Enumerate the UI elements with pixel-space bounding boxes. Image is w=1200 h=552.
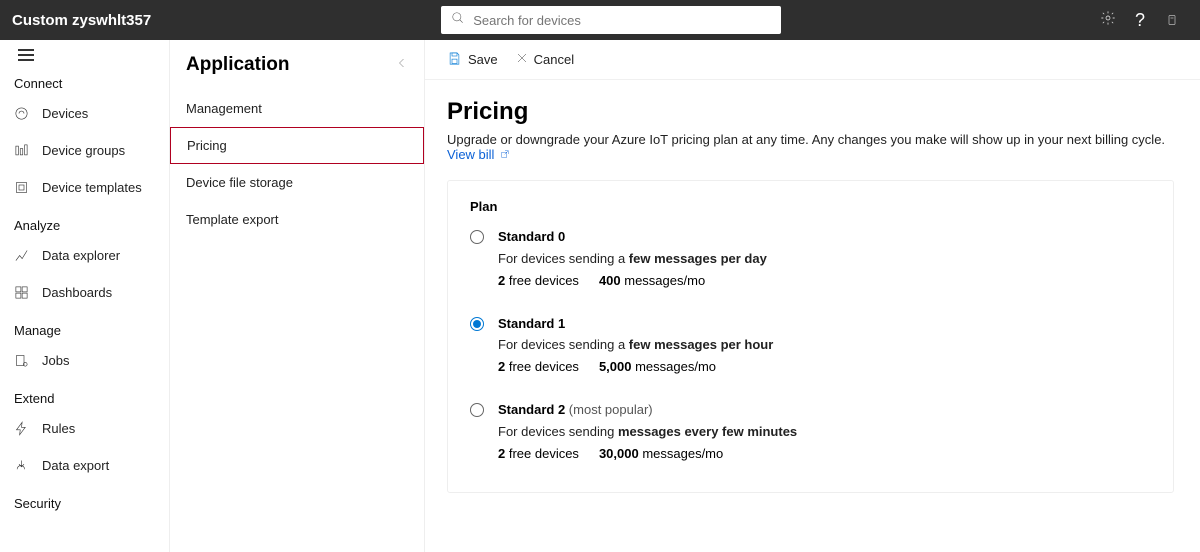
- plan-tag: (most popular): [565, 402, 652, 417]
- plan-msg-label: messages/mo: [621, 273, 706, 288]
- plan-desc-pre: For devices sending: [498, 424, 618, 439]
- export-icon: [14, 458, 42, 473]
- hamburger-icon: [18, 54, 34, 56]
- action-bar: Save Cancel: [425, 40, 1200, 80]
- plans-header: Plan: [470, 199, 1151, 214]
- plans-card: Plan Standard 0 For devices sending a fe…: [447, 180, 1174, 493]
- plan-desc-bold: few messages per hour: [629, 337, 774, 352]
- close-icon: [516, 52, 528, 67]
- save-icon: [447, 51, 462, 69]
- save-label: Save: [468, 52, 498, 67]
- subnav-label: Device file storage: [186, 175, 293, 190]
- plan-name: Standard 0: [498, 229, 565, 244]
- topbar: Custom zyswhlt357 ?: [0, 0, 1200, 40]
- plan-msg-count: 400: [599, 273, 621, 288]
- view-bill-label: View bill: [447, 147, 494, 162]
- plan-free-label: free devices: [505, 359, 579, 374]
- settings-button[interactable]: [1092, 4, 1124, 36]
- app-title: Custom zyswhlt357: [12, 12, 151, 29]
- radio-standard-1[interactable]: [470, 317, 484, 331]
- subnav-label: Management: [186, 101, 262, 116]
- search-box[interactable]: [441, 6, 781, 34]
- explorer-icon: [14, 248, 42, 263]
- subnav-label: Pricing: [187, 138, 227, 153]
- plan-option-standard-2[interactable]: Standard 2 (most popular) For devices se…: [470, 401, 1151, 464]
- nav-section-extend: Extend: [0, 379, 169, 410]
- cancel-label: Cancel: [534, 52, 574, 67]
- primary-nav: Connect Devices Device groups Device tem…: [0, 40, 170, 552]
- groups-icon: [14, 143, 42, 158]
- plan-name: Standard 1: [498, 316, 565, 331]
- nav-section-analyze: Analyze: [0, 206, 169, 237]
- nav-label: Dashboards: [42, 285, 112, 300]
- jobs-icon: [14, 353, 42, 368]
- plan-msg-label: messages/mo: [639, 446, 724, 461]
- external-link-icon: [498, 147, 510, 162]
- page-description: Upgrade or downgrade your Azure IoT pric…: [447, 132, 1174, 162]
- nav-label: Rules: [42, 421, 75, 436]
- subnav-device-file-storage[interactable]: Device file storage: [170, 164, 424, 201]
- dashboard-icon: [14, 285, 42, 300]
- page-title: Pricing: [447, 98, 1174, 126]
- nav-label: Data export: [42, 458, 109, 473]
- search-icon: [451, 11, 465, 30]
- plan-name: Standard 2: [498, 402, 565, 417]
- collapse-button[interactable]: [396, 56, 408, 74]
- template-icon: [14, 180, 42, 195]
- nav-label: Jobs: [42, 353, 69, 368]
- plan-option-standard-1[interactable]: Standard 1 For devices sending a few mes…: [470, 315, 1151, 378]
- badge-icon: [1166, 14, 1178, 26]
- view-bill-link[interactable]: View bill: [447, 147, 510, 162]
- help-button[interactable]: ?: [1124, 4, 1156, 36]
- nav-device-templates[interactable]: Device templates: [0, 169, 169, 206]
- save-button[interactable]: Save: [447, 51, 498, 69]
- plan-desc-bold: messages every few minutes: [618, 424, 797, 439]
- nav-section-security: Security: [0, 484, 169, 515]
- feedback-button[interactable]: [1156, 4, 1188, 36]
- search-input[interactable]: [473, 13, 771, 28]
- nav-devices[interactable]: Devices: [0, 95, 169, 132]
- plan-msg-count: 5,000: [599, 359, 632, 374]
- plan-free-label: free devices: [505, 446, 579, 461]
- cancel-button[interactable]: Cancel: [516, 52, 574, 67]
- secondary-nav: Application Management Pricing Device fi…: [170, 40, 425, 552]
- subnav-pricing[interactable]: Pricing: [170, 127, 424, 164]
- chevron-left-icon: [396, 56, 408, 73]
- radio-standard-2[interactable]: [470, 403, 484, 417]
- device-icon: [14, 106, 42, 121]
- nav-jobs[interactable]: Jobs: [0, 342, 169, 379]
- secondary-nav-title: Application: [186, 54, 289, 76]
- nav-dashboards[interactable]: Dashboards: [0, 274, 169, 311]
- plan-desc-pre: For devices sending a: [498, 251, 629, 266]
- radio-standard-0[interactable]: [470, 230, 484, 244]
- nav-data-export[interactable]: Data export: [0, 447, 169, 484]
- nav-label: Device groups: [42, 143, 125, 158]
- plan-option-standard-0[interactable]: Standard 0 For devices sending a few mes…: [470, 228, 1151, 291]
- subnav-template-export[interactable]: Template export: [170, 201, 424, 238]
- nav-label: Data explorer: [42, 248, 120, 263]
- nav-toggle[interactable]: [0, 40, 169, 64]
- plan-msg-count: 30,000: [599, 446, 639, 461]
- plan-desc-bold: few messages per day: [629, 251, 767, 266]
- plan-msg-label: messages/mo: [631, 359, 716, 374]
- subnav-label: Template export: [186, 212, 279, 227]
- nav-data-explorer[interactable]: Data explorer: [0, 237, 169, 274]
- main-pane: Save Cancel Pricing Upgrade or downgrade…: [425, 40, 1200, 552]
- nav-section-manage: Manage: [0, 311, 169, 342]
- nav-rules[interactable]: Rules: [0, 410, 169, 447]
- plan-desc-pre: For devices sending a: [498, 337, 629, 352]
- gear-icon: [1100, 10, 1116, 31]
- nav-device-groups[interactable]: Device groups: [0, 132, 169, 169]
- question-icon: ?: [1135, 10, 1145, 31]
- nav-label: Device templates: [42, 180, 142, 195]
- page-desc-text: Upgrade or downgrade your Azure IoT pric…: [447, 132, 1165, 147]
- plan-free-label: free devices: [505, 273, 579, 288]
- nav-label: Devices: [42, 106, 88, 121]
- subnav-management[interactable]: Management: [170, 90, 424, 127]
- rules-icon: [14, 421, 42, 436]
- nav-section-connect: Connect: [0, 64, 169, 95]
